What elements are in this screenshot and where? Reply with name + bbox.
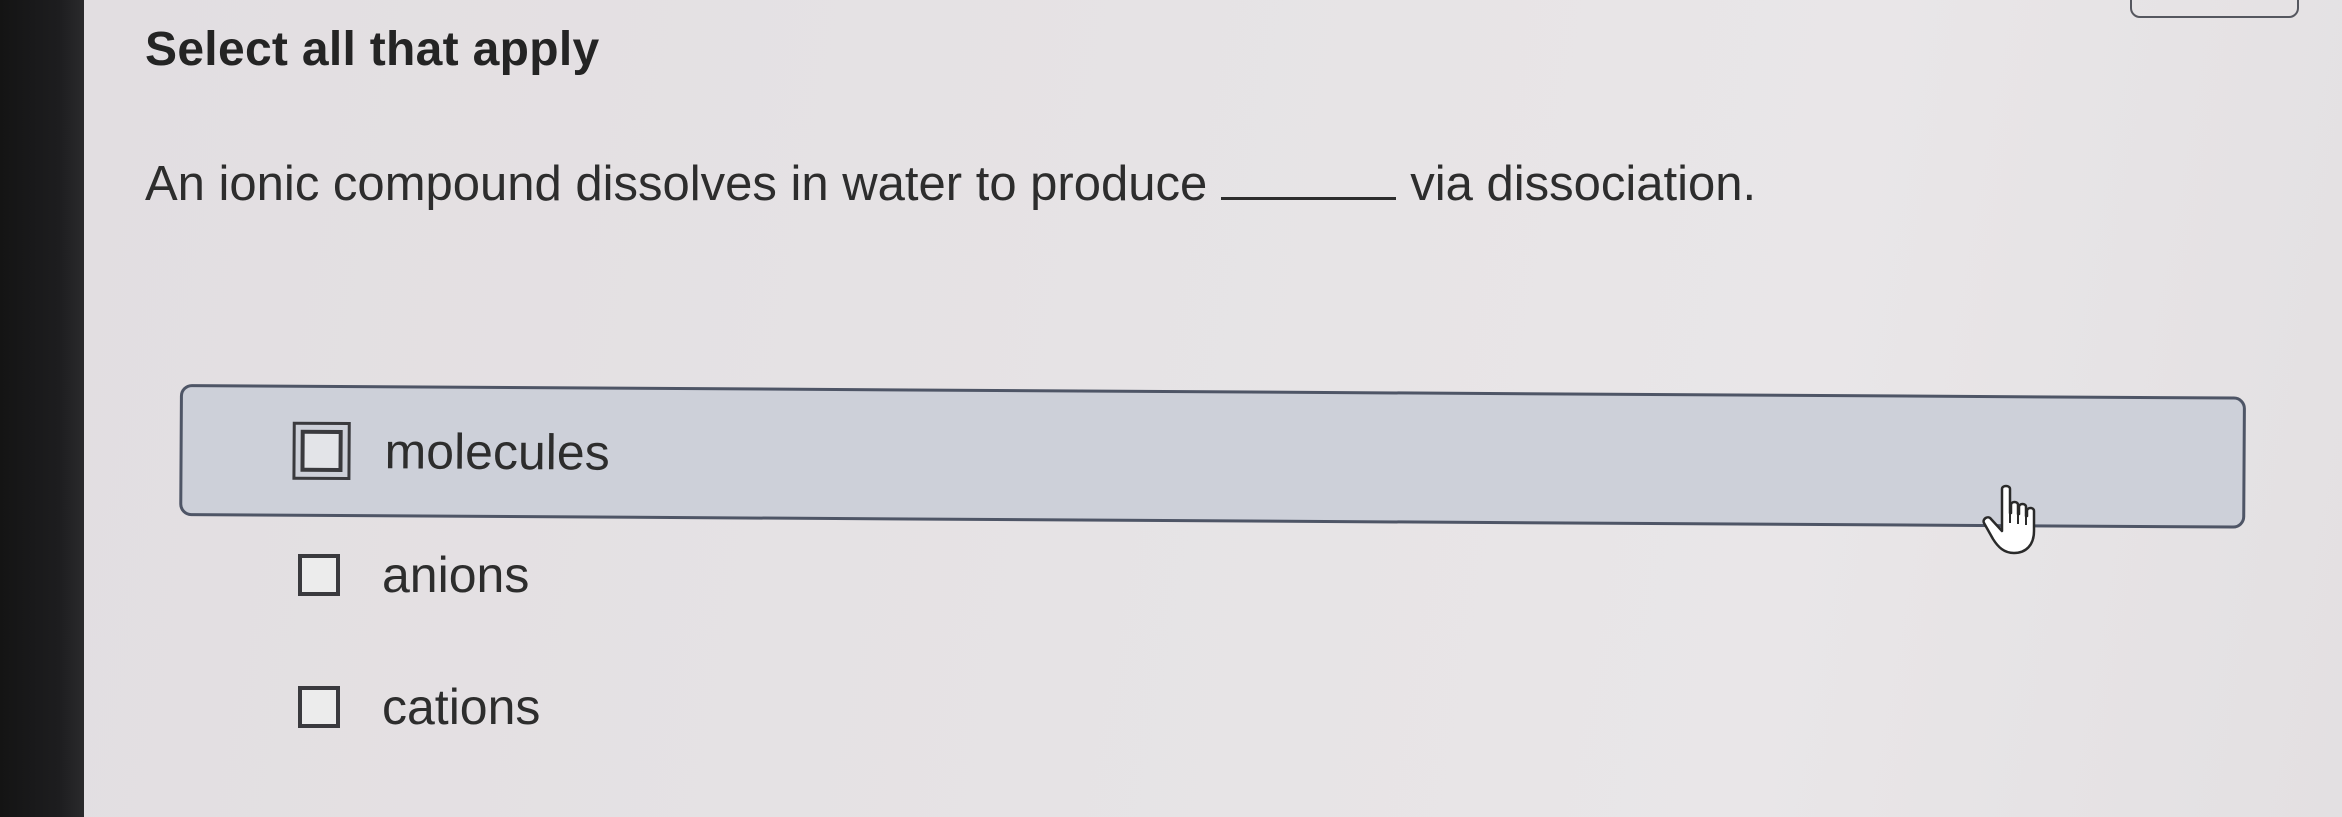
- checkbox-molecules[interactable]: [292, 421, 351, 481]
- question-text: An ionic compound dissolves in water to …: [145, 156, 1756, 212]
- choice-label-anions: anions: [382, 547, 530, 603]
- choice-molecules[interactable]: molecules: [179, 384, 2246, 529]
- screen-bezel: [0, 0, 84, 817]
- choice-label-molecules: molecules: [384, 423, 610, 481]
- question-text-before: An ionic compound dissolves in water to …: [145, 157, 1208, 211]
- hand-pointer-icon: [1982, 484, 2036, 555]
- choice-anions[interactable]: anions: [180, 520, 1080, 630]
- choice-cations[interactable]: cations: [180, 652, 1080, 762]
- checkbox-anions[interactable]: [298, 554, 340, 596]
- choice-label-cations: cations: [382, 679, 541, 735]
- fill-in-blank: [1221, 161, 1397, 200]
- question-text-after: via dissociation.: [1410, 157, 1757, 211]
- checkbox-cations[interactable]: [298, 686, 340, 728]
- top-right-button[interactable]: [2130, 0, 2299, 18]
- question-instruction: Select all that apply: [145, 23, 600, 76]
